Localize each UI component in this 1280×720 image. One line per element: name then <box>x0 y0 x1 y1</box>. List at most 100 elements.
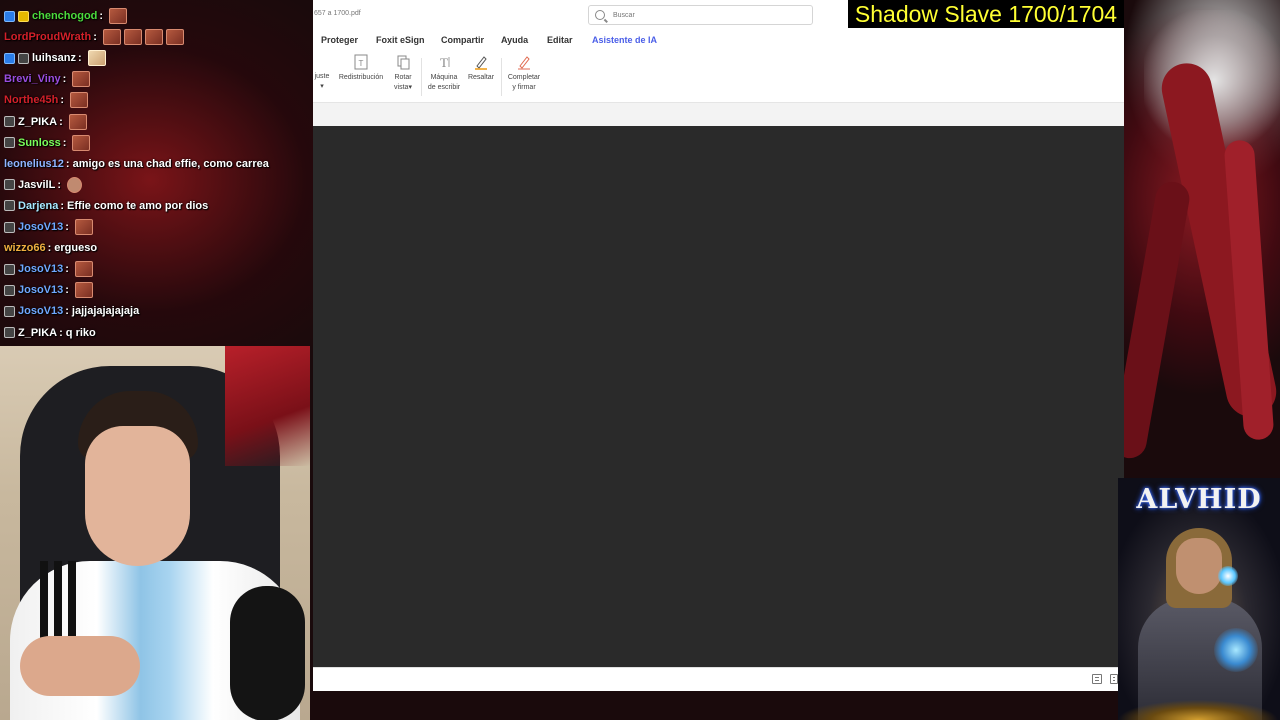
channel-banner-card: ALVHID <box>1118 478 1280 720</box>
chat-emote-icon <box>74 282 93 299</box>
lightning-spark <box>1218 566 1238 586</box>
chat-message: JosoV13: jajjajajajajaja <box>4 301 139 321</box>
chat-username[interactable]: Darjena <box>18 200 58 212</box>
gold-pile <box>1118 688 1280 720</box>
chat-username[interactable]: Northe45h <box>4 94 58 106</box>
chat-separator: : <box>65 221 69 233</box>
chat-message: chenchogod: <box>4 6 128 26</box>
ribbon-toolbar: juste ▾ T Redistribución Rotar vista▾ T … <box>313 50 1124 103</box>
menu-ayuda[interactable]: Ayuda <box>501 35 528 45</box>
tendril-shape <box>1124 179 1193 461</box>
chat-separator: : <box>47 242 52 255</box>
chat-badge-icon <box>4 263 15 275</box>
svg-text:T: T <box>440 55 448 70</box>
chat-badge-icon <box>4 305 15 317</box>
chat-emote-icon <box>165 29 184 46</box>
typewriter-icon: T <box>440 55 450 70</box>
search-box[interactable] <box>588 5 813 25</box>
search-input[interactable] <box>613 11 793 19</box>
rotar-label: Rotar <box>394 74 412 81</box>
chat-emote-icon <box>66 176 82 193</box>
chat-separator: : <box>59 115 63 128</box>
completar-firmar-button[interactable]: Completar y firmar <box>505 54 543 93</box>
chat-username[interactable]: JosoV13 <box>18 221 63 233</box>
chat-separator: : <box>65 263 69 276</box>
chat-username[interactable]: wizzo66 <box>4 242 46 254</box>
chat-username[interactable]: JasvilL <box>18 179 55 191</box>
dropdown-arrow-icon: ▾ <box>408 84 412 91</box>
chat-badge-icon <box>18 52 29 64</box>
menu-proteger[interactable]: Proteger <box>321 35 358 45</box>
chat-message: JosoV13: <box>4 217 93 237</box>
y-firmar-label: y firmar <box>512 84 536 91</box>
chat-message: Z_PIKA: q riko <box>4 323 96 343</box>
chat-emote-icon <box>68 113 87 130</box>
chat-emote-icon <box>102 29 121 46</box>
chat-separator: : <box>99 10 104 22</box>
resaltar-label: Resaltar <box>467 74 495 81</box>
chat-username[interactable]: Z_PIKA <box>18 327 57 339</box>
svg-text:T: T <box>359 59 364 68</box>
chair-trim <box>225 346 310 466</box>
ribbon-separator <box>421 58 422 96</box>
chat-badge-icon <box>4 284 15 296</box>
chat-separator: : <box>60 199 65 212</box>
chat-message: Sunloss: <box>4 133 91 153</box>
reflow-icon: T <box>354 54 368 70</box>
menu-asistente-ia[interactable]: Asistente de IA <box>592 35 657 45</box>
chat-message: JosoV13: <box>4 259 93 279</box>
rotate-icon <box>397 55 410 70</box>
chat-text: ergueso <box>54 242 98 255</box>
chat-username[interactable]: JosoV13 <box>18 263 63 275</box>
chat-username[interactable]: JosoV13 <box>18 284 63 296</box>
chat-emote-icon <box>70 92 89 109</box>
menu-compartir[interactable]: Compartir <box>441 35 484 45</box>
chat-message: Northe45h: <box>4 90 89 110</box>
chat-emote-icon <box>72 71 91 88</box>
chat-username[interactable]: Sunloss <box>18 137 61 149</box>
chat-badge-icon <box>4 10 15 22</box>
search-icon <box>595 10 605 20</box>
chat-username[interactable]: Brevi_Viny <box>4 73 61 85</box>
chat-username[interactable]: luihsanz <box>32 52 76 64</box>
face <box>85 426 190 566</box>
resaltar-button[interactable]: Resaltar <box>466 54 496 83</box>
menu-editar[interactable]: Editar <box>547 35 573 45</box>
chat-username[interactable]: LordProudWrath <box>4 31 91 43</box>
document-viewport[interactable] <box>313 126 1124 667</box>
continuous-view-icon[interactable] <box>1110 674 1118 684</box>
rotar-vista-button[interactable]: Rotar vista▾ <box>391 54 415 93</box>
chat-message: JasvilL: <box>4 175 82 195</box>
chat-username[interactable]: Z_PIKA <box>18 116 57 128</box>
redistribucion-label: Redistribución <box>338 74 384 81</box>
chat-username[interactable]: leonelius12 <box>4 158 64 170</box>
chat-message: leonelius12: amigo es una chad effie, com… <box>4 154 269 174</box>
single-page-view-icon[interactable] <box>1092 674 1102 684</box>
chat-message: JosoV13: <box>4 280 93 300</box>
chat-username[interactable]: JosoV13 <box>18 305 63 317</box>
chat-text: q riko <box>65 326 96 339</box>
chat-emote-icon <box>74 261 93 278</box>
chat-emote-icon <box>123 29 142 46</box>
hand <box>20 636 140 696</box>
de-escribir-label: de escribir <box>427 84 461 91</box>
chat-badge-icon <box>4 200 15 212</box>
menu-foxit-esign[interactable]: Foxit eSign <box>376 35 425 45</box>
redistribucion-button[interactable]: T Redistribución <box>335 54 387 83</box>
chat-separator: : <box>65 305 69 318</box>
chat-separator: : <box>93 31 97 44</box>
crown-badge-icon <box>18 10 29 22</box>
chat-username[interactable]: chenchogod <box>32 10 97 22</box>
chat-message: Darjena: Effie como te amo por dios <box>4 196 208 216</box>
book-title-overlay: Shadow Slave 1700/1704 <box>848 0 1124 28</box>
maquina-escribir-button[interactable]: T Máquina de escribir <box>425 54 463 93</box>
secondary-toolbar <box>313 103 1124 127</box>
glowing-axe <box>1214 628 1258 672</box>
chat-emote-icon <box>74 219 93 235</box>
chat-text: jajjajajajajaja <box>71 305 140 318</box>
menu-bar: Proteger Foxit eSign Compartir Ayuda Edi… <box>313 32 1124 50</box>
ajuste-button[interactable]: juste ▾ <box>313 72 331 92</box>
file-name: 657 a 1700.pdf <box>314 10 361 17</box>
background-artwork <box>1124 0 1280 478</box>
chat-emote-icon <box>72 134 91 151</box>
